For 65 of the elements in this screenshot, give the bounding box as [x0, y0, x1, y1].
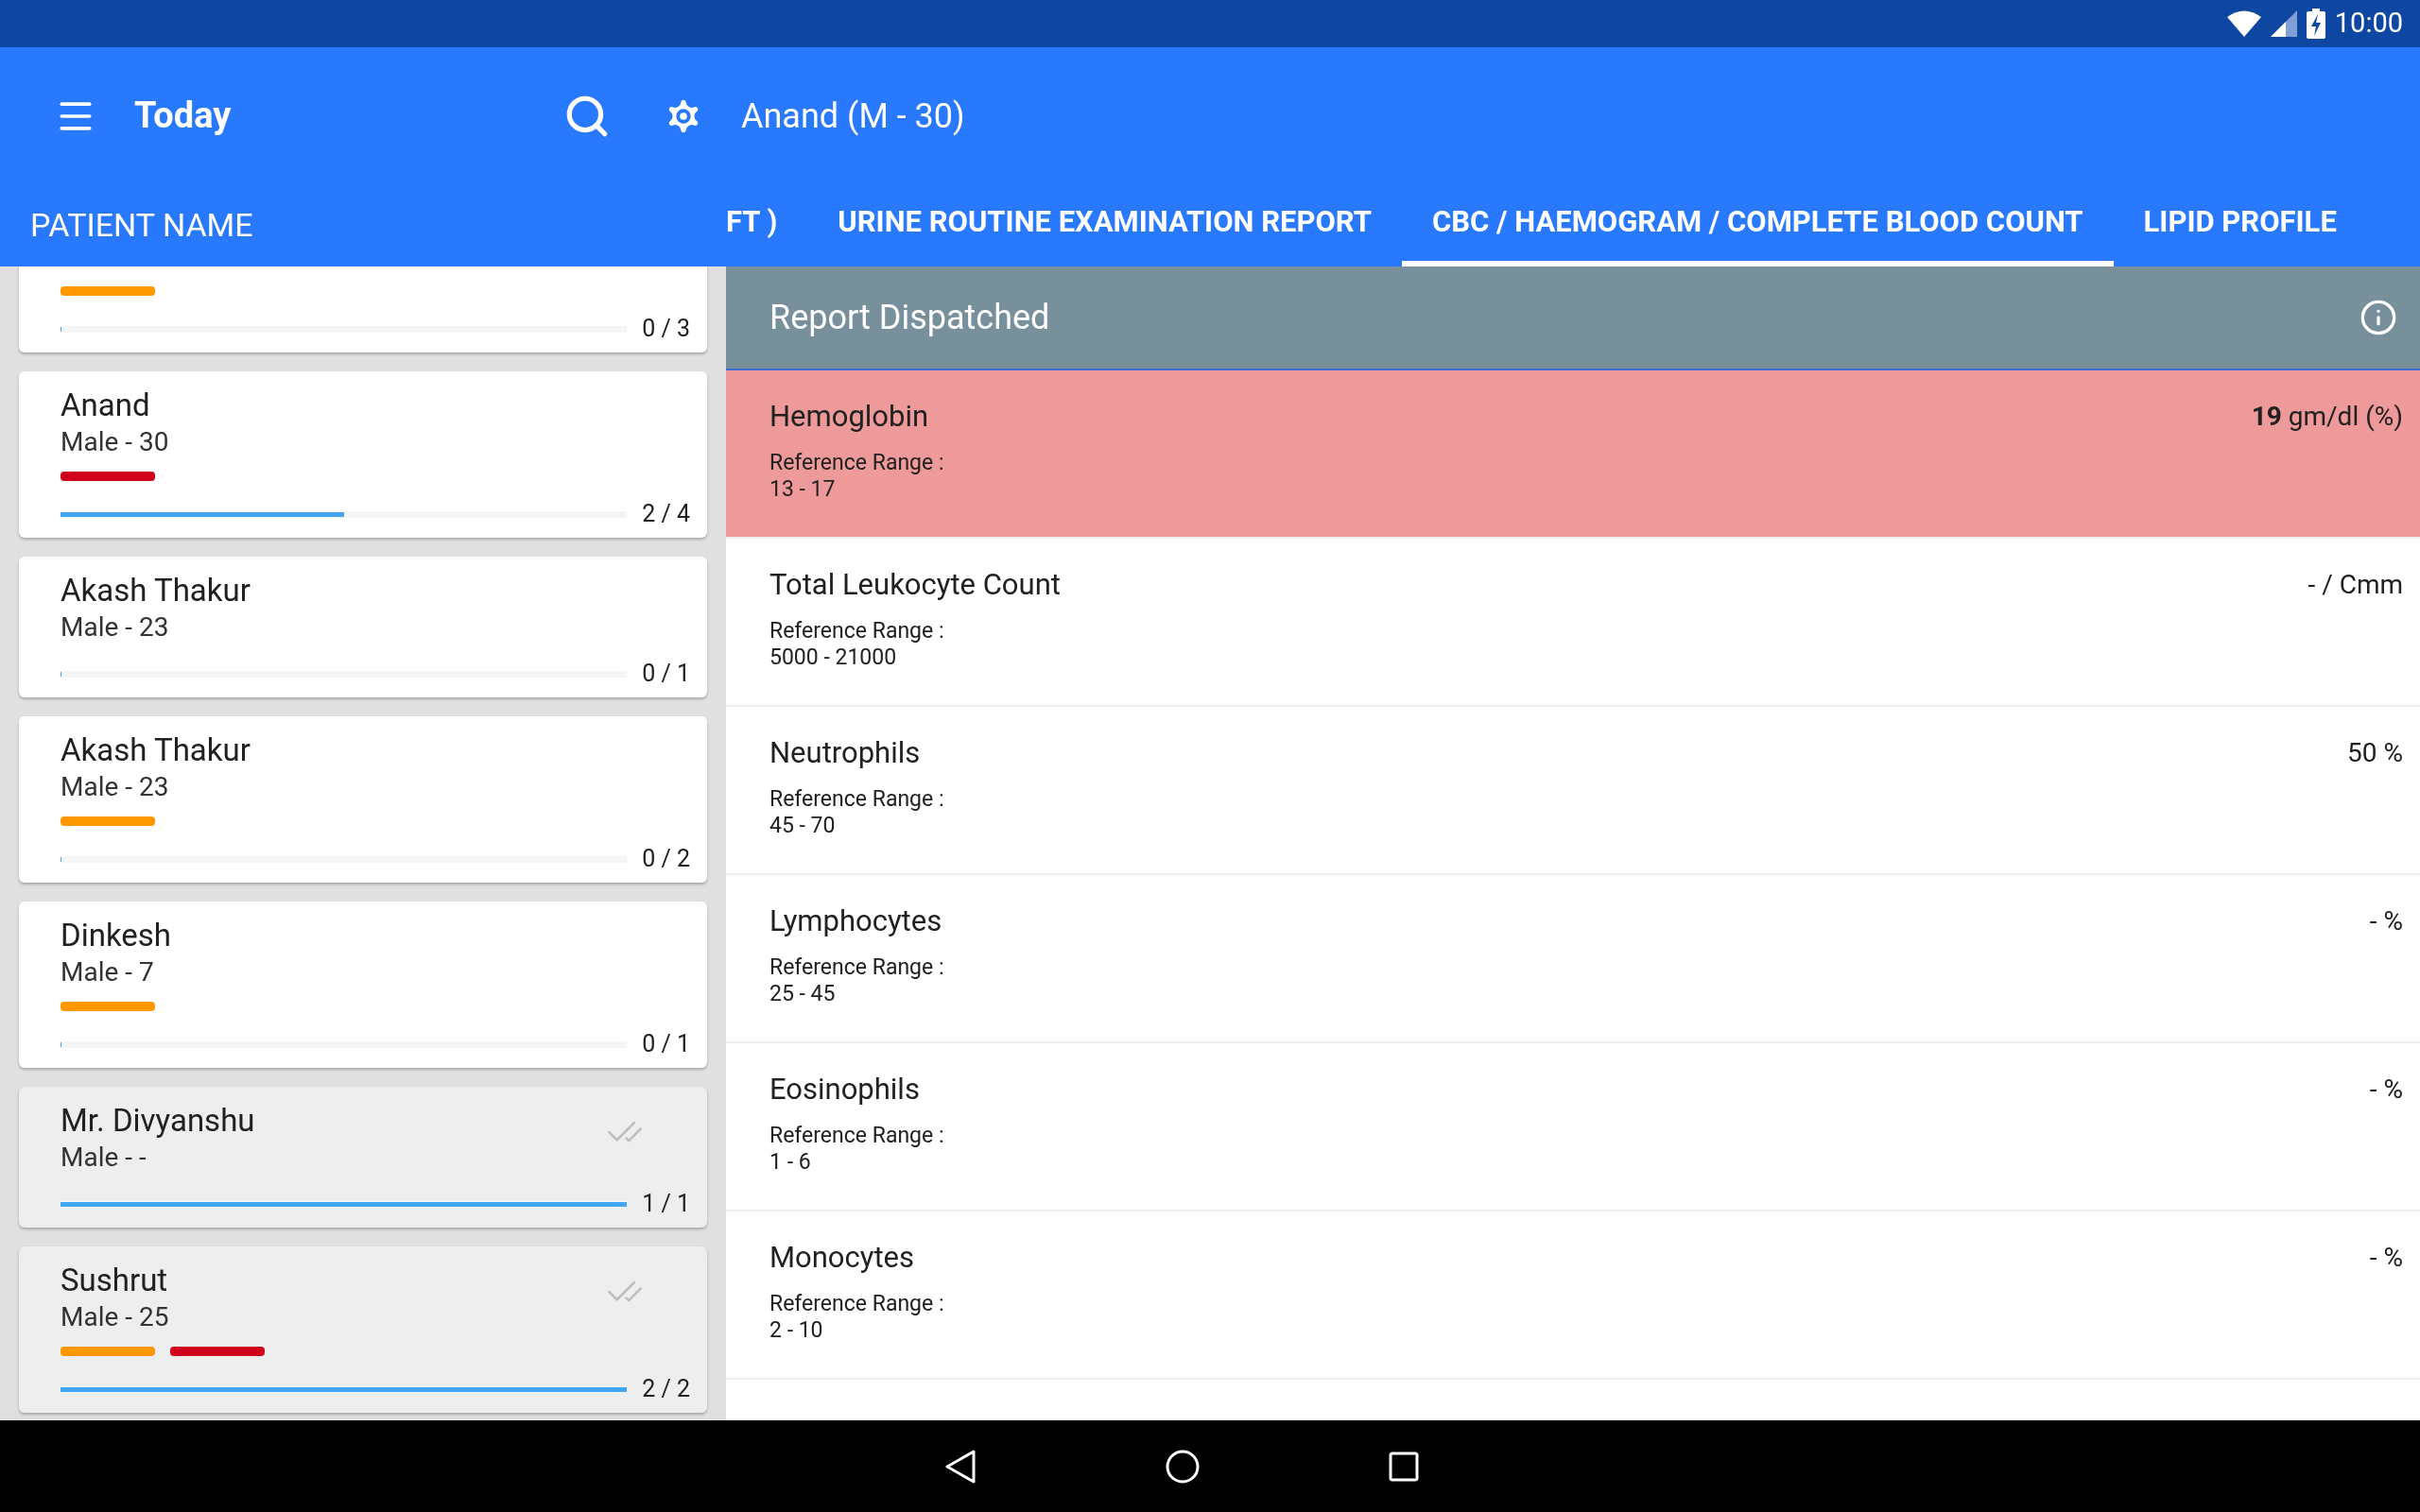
report-tab[interactable]: LIPID PROFILE	[2113, 184, 2367, 266]
patient-name: Dinkesh	[60, 917, 171, 954]
progress-count: 0 / 2	[642, 844, 690, 875]
reference-range: 5000 - 21000	[769, 644, 898, 671]
patient-name: Sushrut	[60, 1262, 168, 1299]
patient-gender-age: Male - 30	[60, 425, 169, 459]
patient-card[interactable]: Akash Thakur Male - 23 0 / 2	[19, 716, 707, 883]
test-value: - %	[2369, 1073, 2403, 1107]
test-name: Lymphocytes	[769, 902, 943, 940]
reference-range: 25 - 45	[769, 981, 837, 1007]
test-name: Monocytes	[769, 1239, 916, 1277]
patient-gender-age: Male - 23	[60, 610, 169, 644]
patient-card[interactable]: 0 / 3	[19, 266, 707, 352]
test-value: 50 %	[2347, 736, 2403, 770]
patient-card[interactable]: Mr. Divyanshu Male - - 1 / 1	[19, 1087, 707, 1228]
test-value: - / Cmm	[2308, 568, 2403, 602]
test-name: Eosinophils	[769, 1071, 921, 1108]
progress-count: 1 / 1	[642, 1189, 690, 1220]
home-icon[interactable]	[1166, 1449, 1200, 1484]
reference-range: 45 - 70	[769, 813, 837, 839]
reference-label: Reference Range :	[769, 786, 944, 813]
patient-gender-age: Male - -	[60, 1141, 147, 1175]
test-name: Hemoglobin	[769, 398, 930, 436]
wifi-icon	[2226, 10, 2261, 37]
progress-count: 2 / 4	[642, 499, 690, 530]
report-status: Report Dispatched	[769, 297, 1050, 339]
progress-count: 0 / 1	[642, 1029, 690, 1060]
reference-range: 1 - 6	[769, 1149, 812, 1176]
patient-gender-age: Male - 23	[60, 770, 169, 804]
column-heading: PATIENT NAME	[30, 205, 253, 246]
test-name: Total Leukocyte Count	[769, 566, 1061, 604]
patient-card[interactable]: Anand Male - 30 2 / 4	[19, 371, 707, 538]
reference-range: 2 - 10	[769, 1317, 824, 1344]
recents-icon[interactable]	[1389, 1451, 1419, 1482]
page-title: Today	[134, 94, 232, 138]
back-icon[interactable]	[944, 1448, 977, 1485]
progress-count: 0 / 3	[642, 314, 690, 345]
test-value: - %	[2369, 1241, 2403, 1275]
patient-name: Akash Thakur	[60, 731, 251, 769]
reference-range: 13 - 17	[769, 476, 837, 503]
signal-icon	[2270, 10, 2297, 37]
patient-name: Akash Thakur	[60, 572, 251, 610]
patient-gender-age: Male - 7	[60, 955, 154, 989]
patient-card[interactable]: Sushrut Male - 25 2 / 2	[19, 1246, 707, 1413]
reference-label: Reference Range :	[769, 618, 945, 644]
patient-name: Mr. Divyanshu	[60, 1102, 255, 1140]
patient-title: Anand (M - 30)	[741, 94, 965, 138]
reference-label: Reference Range :	[769, 450, 944, 476]
clock-time: 10:00	[2334, 6, 2403, 42]
reference-label: Reference Range :	[769, 1291, 944, 1317]
test-value: 19 gm/dl (%)	[2251, 400, 2403, 434]
reference-label: Reference Range :	[769, 1123, 944, 1149]
test-name: Neutrophils	[769, 734, 922, 772]
info-icon[interactable]	[2360, 299, 2397, 336]
patient-gender-age: Male - 25	[60, 1300, 169, 1334]
battery-charging-icon	[2306, 9, 2325, 39]
reference-label: Reference Range :	[769, 954, 944, 981]
report-tab[interactable]: URINE ROUTINE EXAMINATION REPORT	[807, 184, 1402, 266]
progress-count: 2 / 2	[642, 1374, 690, 1405]
test-value: - %	[2369, 904, 2403, 938]
patient-name: Anand	[60, 387, 150, 424]
progress-count: 0 / 1	[642, 659, 690, 690]
patient-card[interactable]: Dinkesh Male - 7 0 / 1	[19, 902, 707, 1068]
report-tab[interactable]: FT )	[726, 184, 808, 266]
patient-card[interactable]: Akash Thakur Male - 23 0 / 1	[19, 557, 707, 697]
